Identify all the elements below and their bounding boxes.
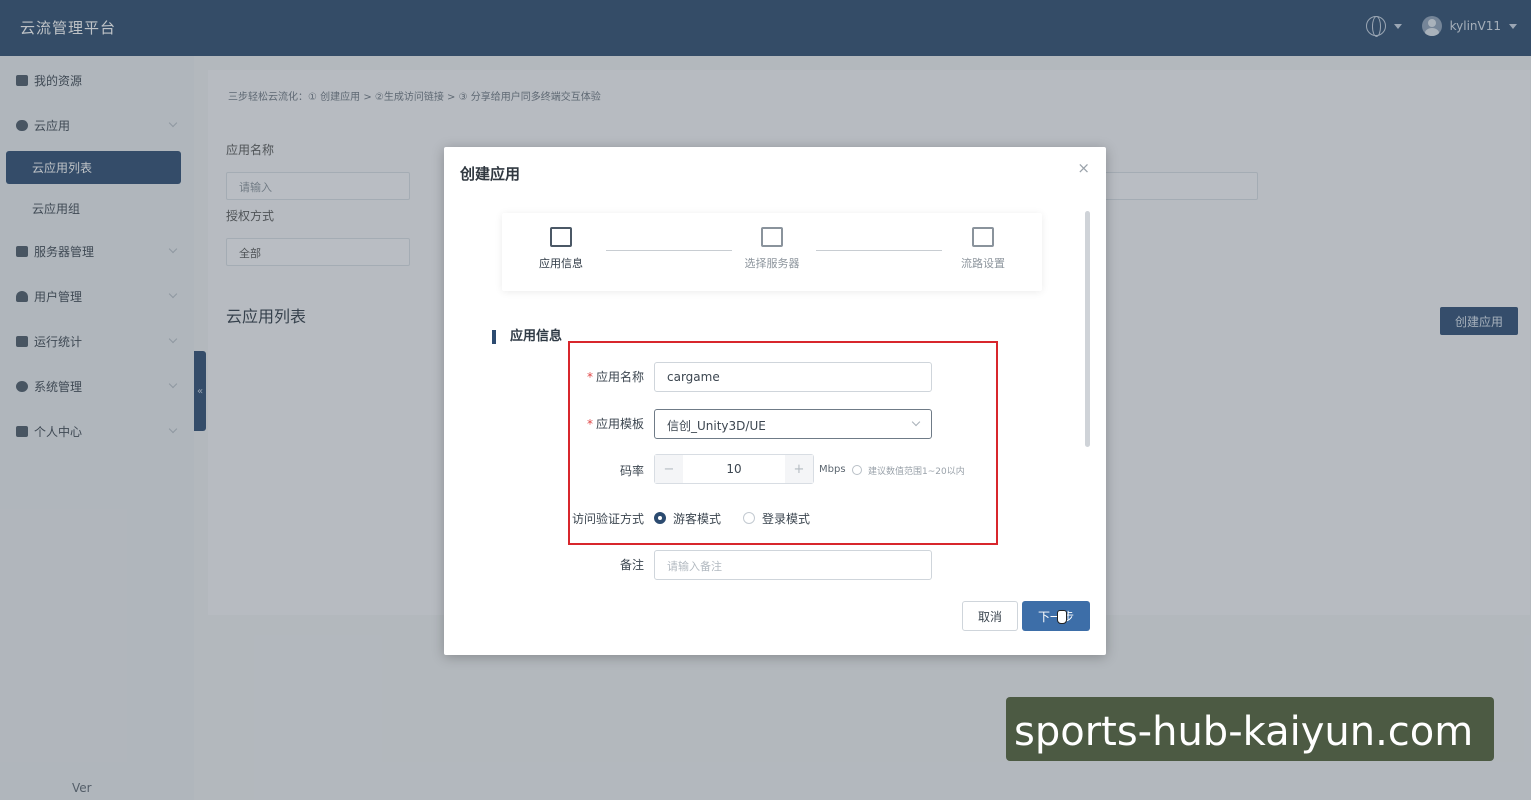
watermark-text: sports-hub-kaiyun.com <box>1014 709 1474 755</box>
app-template-label: * 应用模板 <box>586 417 644 431</box>
help-circle-icon <box>852 465 862 475</box>
step-app-info: 应用信息 <box>516 227 606 271</box>
cube-icon <box>550 227 572 247</box>
guest-mode-label[interactable]: 游客模式 <box>673 510 721 527</box>
server-icon <box>761 227 783 247</box>
bitrate-decrease-button[interactable]: − <box>655 455 683 483</box>
bitrate-value[interactable]: 10 <box>683 462 785 476</box>
app-name-input[interactable]: cargame <box>654 362 932 392</box>
bitrate-increase-button[interactable]: + <box>785 455 813 483</box>
sliders-icon <box>972 227 994 247</box>
step-stream-settings: 流路设置 <box>938 227 1028 271</box>
step-label: 流路设置 <box>961 257 1005 270</box>
login-mode-radio[interactable] <box>743 512 755 524</box>
step-connector <box>606 250 732 251</box>
app-template-select[interactable]: 信创_Unity3D/UE <box>654 409 932 439</box>
step-label: 选择服务器 <box>744 257 800 270</box>
guest-mode-radio[interactable] <box>654 512 666 524</box>
login-mode-label[interactable]: 登录模式 <box>762 510 810 527</box>
dialog-title: 创建应用 <box>460 165 521 183</box>
form-section-title: 应用信息 <box>492 330 562 344</box>
step-indicator: 应用信息 选择服务器 流路设置 <box>502 213 1042 291</box>
auth-mode-label: 访问验证方式 <box>571 512 644 526</box>
remark-label: 备注 <box>619 558 644 572</box>
create-app-dialog: 创建应用 × 应用信息 选择服务器 流路设置 应用信息 * 应用名称 cargam… <box>444 147 1106 655</box>
chevron-down-icon <box>911 417 921 427</box>
close-icon[interactable]: × <box>1077 159 1090 177</box>
dialog-scrollbar[interactable] <box>1085 211 1090 447</box>
bitrate-hint: 建议数值范围1~20以内 <box>852 464 965 477</box>
step-select-server: 选择服务器 <box>727 227 817 271</box>
bitrate-unit: Mbps <box>819 464 846 475</box>
step-connector <box>816 250 942 251</box>
app-template-value: 信创_Unity3D/UE <box>667 419 766 433</box>
hand-cursor-icon <box>1057 610 1067 624</box>
bitrate-stepper: − 10 + <box>654 454 814 484</box>
remark-input[interactable]: 请输入备注 <box>654 550 932 580</box>
app-name-label: * 应用名称 <box>586 370 644 384</box>
step-label: 应用信息 <box>539 257 583 270</box>
next-step-button[interactable]: 下一步 <box>1022 601 1090 631</box>
cancel-button[interactable]: 取消 <box>962 601 1018 631</box>
bitrate-label: 码率 <box>619 464 644 478</box>
